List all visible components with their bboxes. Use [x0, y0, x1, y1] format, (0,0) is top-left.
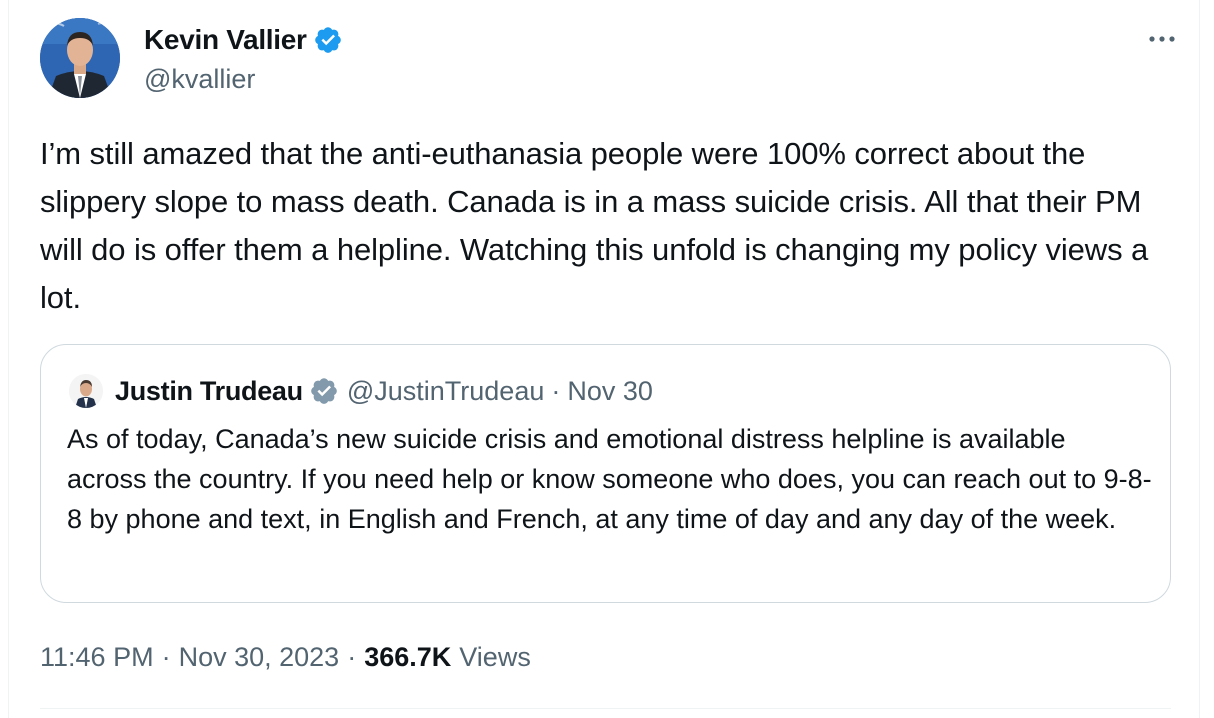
author-avatar[interactable]: [40, 18, 120, 98]
verified-badge-icon[interactable]: [313, 25, 343, 55]
footer-separator-2: ·: [347, 641, 357, 672]
quoted-author-handle: @JustinTrudeau: [346, 375, 545, 406]
quoted-author-avatar: [69, 374, 103, 408]
tweet-time[interactable]: 11:46 PM: [40, 642, 154, 673]
author-info: Kevin Vallier @kvallier: [144, 24, 343, 95]
quoted-author-display-name: Justin Trudeau: [115, 375, 303, 406]
views-label[interactable]: Views: [459, 642, 531, 673]
author-handle[interactable]: @kvallier: [144, 64, 343, 95]
avatar-photo: [40, 18, 120, 98]
quoted-avatar-photo: [69, 374, 103, 408]
views-count[interactable]: 366.7K: [364, 642, 451, 673]
footer-separator-1: ·: [161, 641, 171, 672]
tweet-date[interactable]: Nov 30, 2023: [179, 642, 340, 673]
footer-divider: [40, 708, 1171, 709]
verified-badge-gray-icon: [309, 376, 339, 406]
quoted-meta-separator: ·: [551, 375, 561, 406]
more-options-button[interactable]: [1144, 24, 1180, 54]
tweet-body-text: I’m still amazed that the anti-euthanasi…: [40, 136, 1149, 315]
tweet-footer-meta: 11:46 PM · Nov 30, 2023 · 366.7K Views: [40, 637, 531, 677]
author-name-row: Kevin Vallier: [144, 24, 343, 56]
quoted-tweet-body-text: As of today, Canada’s new suicide crisis…: [67, 424, 1152, 534]
quoted-tweet-header: Justin Trudeau @JustinTrudeau · Nov 30: [69, 373, 653, 409]
quoted-tweet-card[interactable]: Justin Trudeau @JustinTrudeau · Nov 30 A…: [40, 344, 1171, 603]
tweet-header: Kevin Vallier @kvallier: [40, 18, 1180, 102]
more-horizontal-icon: [1149, 36, 1175, 42]
quoted-tweet-date: Nov 30: [567, 375, 653, 406]
author-display-name[interactable]: Kevin Vallier: [144, 24, 307, 56]
